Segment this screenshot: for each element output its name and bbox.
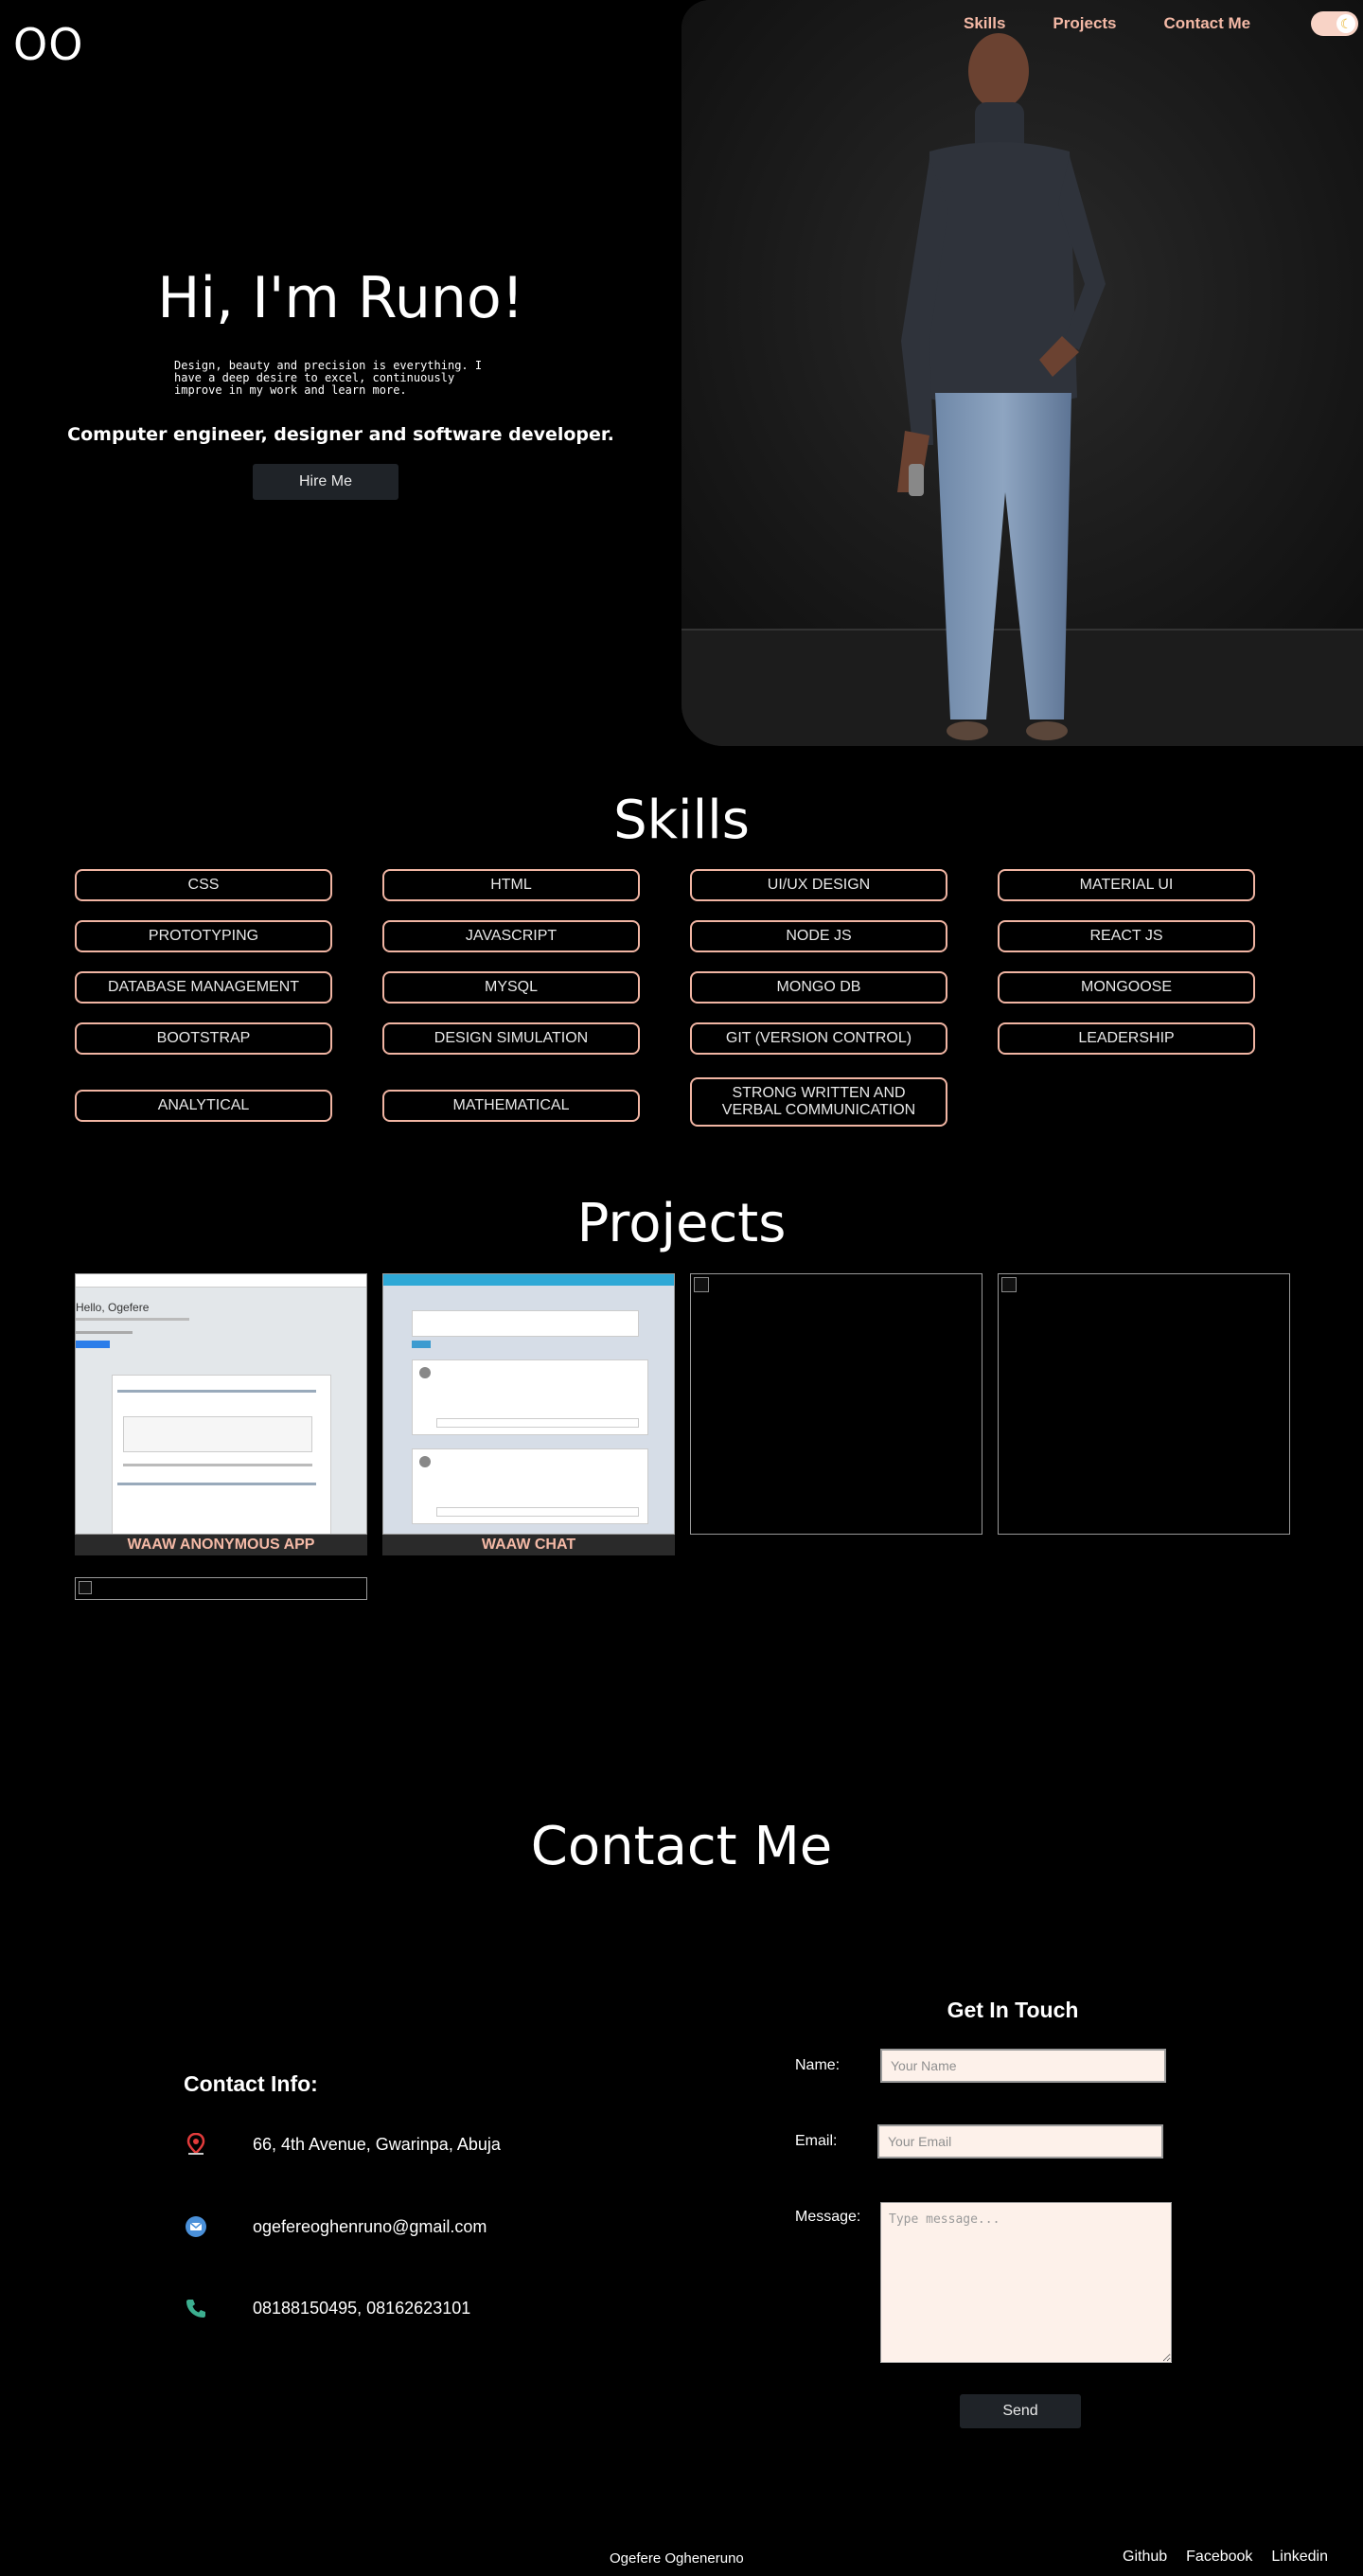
contact-address: 66, 4th Avenue, Gwarinpa, Abuja (253, 2134, 501, 2154)
contact-info-title: Contact Info: (184, 2071, 318, 2096)
skill-tag: UI/UX DESIGN (690, 869, 947, 901)
skill-tag: MONGOOSE (998, 971, 1255, 1004)
skill-tag: MATHEMATICAL (382, 1090, 640, 1122)
skill-tag: MATERIAL UI (998, 869, 1255, 901)
skill-tag: MONGO DB (690, 971, 947, 1004)
phone-icon (184, 2296, 208, 2320)
project-screenshot (382, 1273, 675, 1535)
skill-tag: CSS (75, 869, 332, 901)
project-caption: WAAW CHAT (382, 1535, 675, 1555)
skill-tag: STRONG WRITTEN AND VERBAL COMMUNICATION (690, 1077, 947, 1127)
theme-toggle[interactable]: ☾ (1311, 11, 1359, 36)
preview-greeting: Hello, Ogefere (76, 1301, 150, 1314)
skill-tag: REACT JS (998, 920, 1255, 952)
site-logo[interactable]: OO (13, 19, 83, 70)
contact-email[interactable]: ogefereoghenruno@gmail.com (253, 2217, 487, 2237)
project-screenshot-broken (998, 1273, 1290, 1535)
broken-image-icon (1001, 1277, 1017, 1292)
broken-image-icon (79, 1581, 92, 1594)
footer-github-link[interactable]: Github (1123, 2549, 1167, 2566)
contact-phone: 08188150495, 08162623101 (253, 2298, 471, 2318)
moon-icon: ☾ (1336, 14, 1356, 33)
skill-tag: ANALYTICAL (75, 1090, 332, 1122)
contact-title: Contact Me (530, 1816, 833, 1877)
hero-description: Design, beauty and precision is everythi… (174, 359, 483, 397)
hire-me-button[interactable]: Hire Me (253, 464, 398, 500)
skill-tag: DATABASE MANAGEMENT (75, 971, 332, 1004)
footer-links: Github Facebook Linkedin (1123, 2549, 1328, 2566)
skill-tag: HTML (382, 869, 640, 901)
skill-tag: BOOTSTRAP (75, 1022, 332, 1055)
footer-facebook-link[interactable]: Facebook (1186, 2549, 1252, 2566)
get-in-touch-title: Get In Touch (947, 1998, 1079, 2022)
skills-title: Skills (613, 790, 750, 851)
email-icon (184, 2214, 208, 2239)
name-input[interactable] (880, 2049, 1166, 2083)
footer-linkedin-link[interactable]: Linkedin (1271, 2549, 1328, 2566)
projects-title: Projects (576, 1193, 787, 1254)
footer-name: Ogefere Ogheneruno (610, 2550, 744, 2567)
nav-projects-link[interactable]: Projects (1053, 14, 1116, 33)
contact-address-row: 66, 4th Avenue, Gwarinpa, Abuja (184, 2132, 501, 2157)
send-button[interactable]: Send (960, 2394, 1081, 2428)
nav-contact-link[interactable]: Contact Me (1164, 14, 1251, 33)
hero-title: Hi, I'm Runo! (157, 265, 524, 331)
hero-portrait-photo (682, 0, 1363, 746)
contact-phone-row: 08188150495, 08162623101 (184, 2296, 470, 2320)
skill-tag: GIT (VERSION CONTROL) (690, 1022, 947, 1055)
skill-tag: LEADERSHIP (998, 1022, 1255, 1055)
message-label: Message: (795, 2209, 861, 2225)
skill-tag: JAVASCRIPT (382, 920, 640, 952)
main-nav: Skills Projects Contact Me ☾ (964, 11, 1359, 36)
broken-image-icon (694, 1277, 709, 1292)
skills-grid: CSS HTML UI/UX DESIGN MATERIAL UI PROTOT… (75, 869, 1258, 1127)
skill-tag: PROTOTYPING (75, 920, 332, 952)
project-card-chat[interactable]: WAAW CHAT (382, 1273, 675, 1555)
project-screenshot: Hello, Ogefere (75, 1273, 367, 1535)
project-card-4[interactable] (998, 1273, 1290, 1535)
project-card-3[interactable] (690, 1273, 982, 1535)
email-input[interactable] (877, 2124, 1163, 2159)
message-textarea[interactable] (880, 2202, 1172, 2363)
project-screenshot-broken (690, 1273, 982, 1535)
location-pin-icon (184, 2132, 208, 2157)
nav-skills-link[interactable]: Skills (964, 14, 1005, 33)
skill-tag: DESIGN SIMULATION (382, 1022, 640, 1055)
skill-tag: NODE JS (690, 920, 947, 952)
project-caption: WAAW ANONYMOUS APP (75, 1535, 367, 1555)
hero-role: Computer engineer, designer and software… (67, 424, 614, 445)
skill-tag: MYSQL (382, 971, 640, 1004)
name-label: Name: (795, 2057, 841, 2073)
project-card-5[interactable] (75, 1577, 367, 1600)
contact-email-row: ogefereoghenruno@gmail.com (184, 2214, 487, 2239)
email-label: Email: (795, 2133, 838, 2149)
project-card-anonymous[interactable]: Hello, Ogefere WAAW ANONYMOUS APP (75, 1273, 367, 1555)
